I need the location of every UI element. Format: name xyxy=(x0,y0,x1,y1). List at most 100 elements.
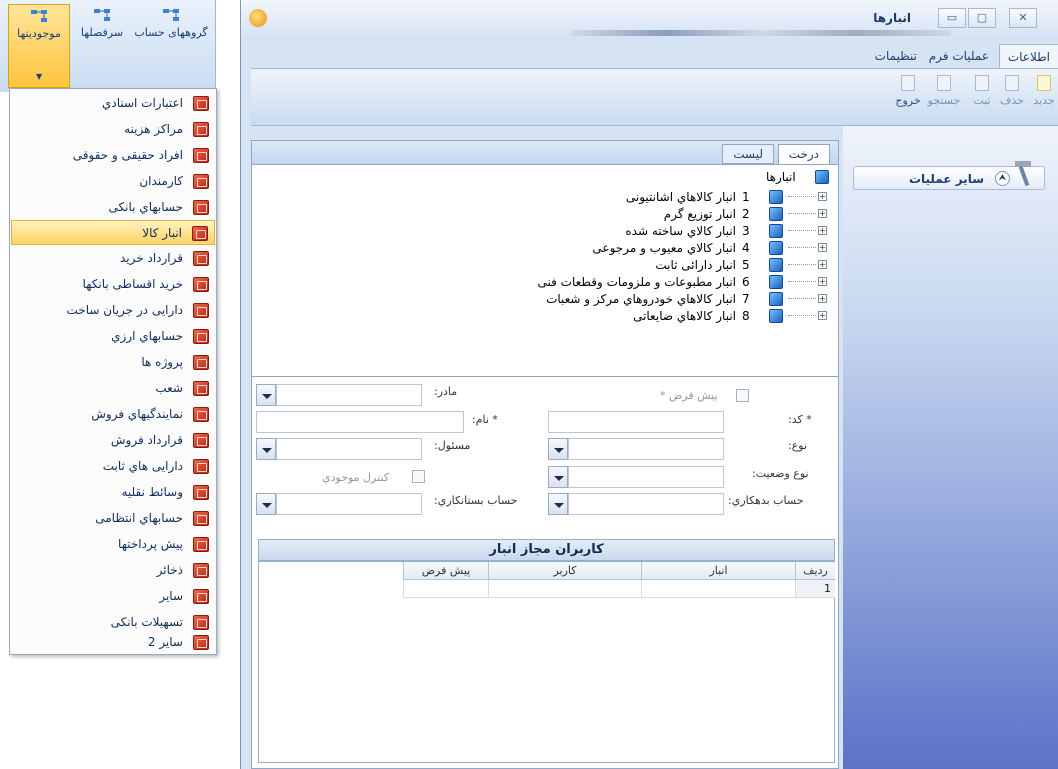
parent-dropdown-button[interactable] xyxy=(256,384,276,406)
menu-item-cost-centers[interactable]: مراکز هزینه xyxy=(11,117,215,142)
left-ribbon: موجودیتها ▼ سرفصلها گروههای حساب xyxy=(0,0,216,92)
grid-cell-default[interactable] xyxy=(403,580,488,598)
code-label: * کد: xyxy=(788,413,812,426)
expand-icon[interactable]: + xyxy=(818,277,827,286)
title-bar: انبارها ▭ ▢ ✕ xyxy=(241,0,1058,40)
grid-cell-warehouse[interactable] xyxy=(641,580,795,598)
new-document-icon xyxy=(1037,75,1051,91)
tab-list[interactable]: لیست xyxy=(722,144,774,164)
column-header-row[interactable]: ردیف xyxy=(795,562,835,580)
expand-icon[interactable]: + xyxy=(818,226,827,235)
hierarchy-icon xyxy=(163,9,179,21)
tree-node-8[interactable]: انبار کالاهاي ضایعاتی xyxy=(633,309,736,323)
entity-icon xyxy=(193,355,209,370)
entities-button[interactable]: موجودیتها ▼ xyxy=(8,4,70,88)
status-type-field[interactable] xyxy=(568,466,724,488)
status-type-dropdown-button[interactable] xyxy=(548,466,568,488)
menu-item-installment-purchase[interactable]: خرید اقساطی بانکها xyxy=(11,272,215,297)
tree-node-5[interactable]: انبار دارائی ثابت xyxy=(655,258,736,272)
expand-icon[interactable]: + xyxy=(818,243,827,252)
menu-item-sales-agencies[interactable]: نمایندگیهاي فروش xyxy=(11,402,215,427)
column-header-warehouse[interactable]: انبار xyxy=(641,562,795,580)
hammer-icon xyxy=(1015,161,1031,187)
name-field[interactable] xyxy=(256,411,464,433)
tree-connector xyxy=(788,230,816,231)
column-header-user[interactable]: کاربر xyxy=(488,562,641,580)
tree-node-2[interactable]: انبار توزیع گرم xyxy=(664,207,736,221)
tree-node-3[interactable]: انبار کالاي ساخته شده xyxy=(625,224,736,238)
main-window: انبارها ▭ ▢ ✕ اطلاعات عملیات فرم تنظیمات… xyxy=(240,0,1058,769)
menu-item-sales-contract[interactable]: قرارداد فروش xyxy=(11,428,215,453)
tree-node-1[interactable]: انبار کالاهاي اشانتیونی xyxy=(626,190,736,204)
tree-node-7[interactable]: انبار کالاهاي خودروهاي مرکز و شعبات xyxy=(546,292,736,306)
parent-field[interactable] xyxy=(276,384,422,406)
authorized-users-grid: ردیف انبار کاربر پیش فرض 1 xyxy=(258,561,835,763)
tree-node-6[interactable]: انبار مطبوعات و ملزومات وقطعات فنی xyxy=(538,275,737,289)
menu-item-bank-accounts[interactable]: حسابهاي بانکی xyxy=(11,195,215,220)
tab-settings[interactable]: تنظیمات xyxy=(867,44,925,68)
menu-item-documentary-credits[interactable]: اعتبارات اسنادي xyxy=(11,91,215,116)
other-operations-header[interactable]: سایر عملیات ⮝ xyxy=(853,161,1045,190)
menu-item-other[interactable]: سایر xyxy=(11,584,215,609)
delete-button[interactable]: حذف xyxy=(995,75,1029,107)
double-chevron-up-icon[interactable]: ⮝ xyxy=(995,171,1010,186)
menu-item-projects[interactable]: پروژه ها xyxy=(11,350,215,375)
search-icon xyxy=(937,75,951,91)
default-checkbox[interactable] xyxy=(736,389,749,402)
menu-item-other-2[interactable]: سایر 2 xyxy=(11,630,215,655)
tab-tree[interactable]: درخت xyxy=(777,144,830,164)
restore-button[interactable]: ▢ xyxy=(968,8,996,28)
side-panel: سایر عملیات ⮝ xyxy=(843,126,1058,769)
menu-item-employees[interactable]: کارمندان xyxy=(11,169,215,194)
menu-item-fixed-assets[interactable]: دارایی هاي ثابت xyxy=(11,454,215,479)
menu-item-purchase-contract[interactable]: قرارداد خرید xyxy=(11,246,215,271)
close-button[interactable]: ✕ xyxy=(1009,8,1037,28)
type-dropdown-button[interactable] xyxy=(548,438,568,460)
entity-icon xyxy=(193,511,209,526)
expand-icon[interactable]: + xyxy=(818,311,827,320)
expand-icon[interactable]: + xyxy=(818,192,827,201)
warehouse-cube-icon xyxy=(769,258,783,272)
minimize-button[interactable]: ▭ xyxy=(938,8,966,28)
menu-item-assets-under-construction[interactable]: دارایی در جریان ساخت xyxy=(11,298,215,323)
column-header-default[interactable]: پیش فرض xyxy=(403,562,488,580)
menu-item-currency-accounts[interactable]: حسابهاي ارزي xyxy=(11,324,215,349)
code-field[interactable] xyxy=(548,411,724,433)
tree-connector xyxy=(788,281,816,282)
menu-item-branches[interactable]: شعب xyxy=(11,376,215,401)
responsible-dropdown-button[interactable] xyxy=(256,438,276,460)
content-area: درخت لیست انبارها + 1 انبار کالاهاي اشان… xyxy=(251,140,839,769)
menu-item-warehouse[interactable]: انبار کالا xyxy=(11,220,215,245)
tab-info[interactable]: اطلاعات xyxy=(998,44,1058,68)
menu-item-persons[interactable]: افراد حقیقی و حقوقی xyxy=(11,143,215,168)
tree-root[interactable]: انبارها xyxy=(766,170,796,184)
menu-item-reserves[interactable]: ذخائر xyxy=(11,558,215,583)
credit-account-field[interactable] xyxy=(276,493,422,515)
debit-account-field[interactable] xyxy=(568,493,724,515)
account-groups-button[interactable]: گروههای حساب xyxy=(134,4,208,88)
parent-label: مادر: xyxy=(434,385,458,398)
tree-tabs: درخت لیست xyxy=(252,141,838,165)
grid-cell-row[interactable]: 1 xyxy=(795,580,835,598)
debit-account-dropdown-button[interactable] xyxy=(548,493,568,515)
search-button[interactable]: جستجو xyxy=(927,75,961,107)
credit-account-dropdown-button[interactable] xyxy=(256,493,276,515)
menu-item-vehicles[interactable]: وسائط نقلیه xyxy=(11,480,215,505)
grid-cell-user[interactable] xyxy=(488,580,641,598)
new-button[interactable]: جدید xyxy=(1027,75,1058,107)
expand-icon[interactable]: + xyxy=(818,209,827,218)
headings-button[interactable]: سرفصلها xyxy=(74,4,130,88)
exit-button[interactable]: خروج xyxy=(891,75,925,107)
name-label: * نام: xyxy=(472,413,498,426)
expand-icon[interactable]: + xyxy=(818,260,827,269)
menu-item-disciplinary-accounts[interactable]: حسابهاي انتظامی xyxy=(11,506,215,531)
stock-control-checkbox[interactable] xyxy=(412,470,425,483)
tab-form-operations[interactable]: عملیات فرم xyxy=(921,44,997,68)
responsible-field[interactable] xyxy=(276,438,422,460)
save-button[interactable]: ثبت xyxy=(965,75,999,107)
tree-node-4[interactable]: انبار کالاي معیوب و مرجوعی xyxy=(592,241,736,255)
tree-connector xyxy=(788,264,816,265)
type-field[interactable] xyxy=(568,438,724,460)
menu-item-prepayments[interactable]: پیش پرداختها xyxy=(11,532,215,557)
expand-icon[interactable]: + xyxy=(818,294,827,303)
